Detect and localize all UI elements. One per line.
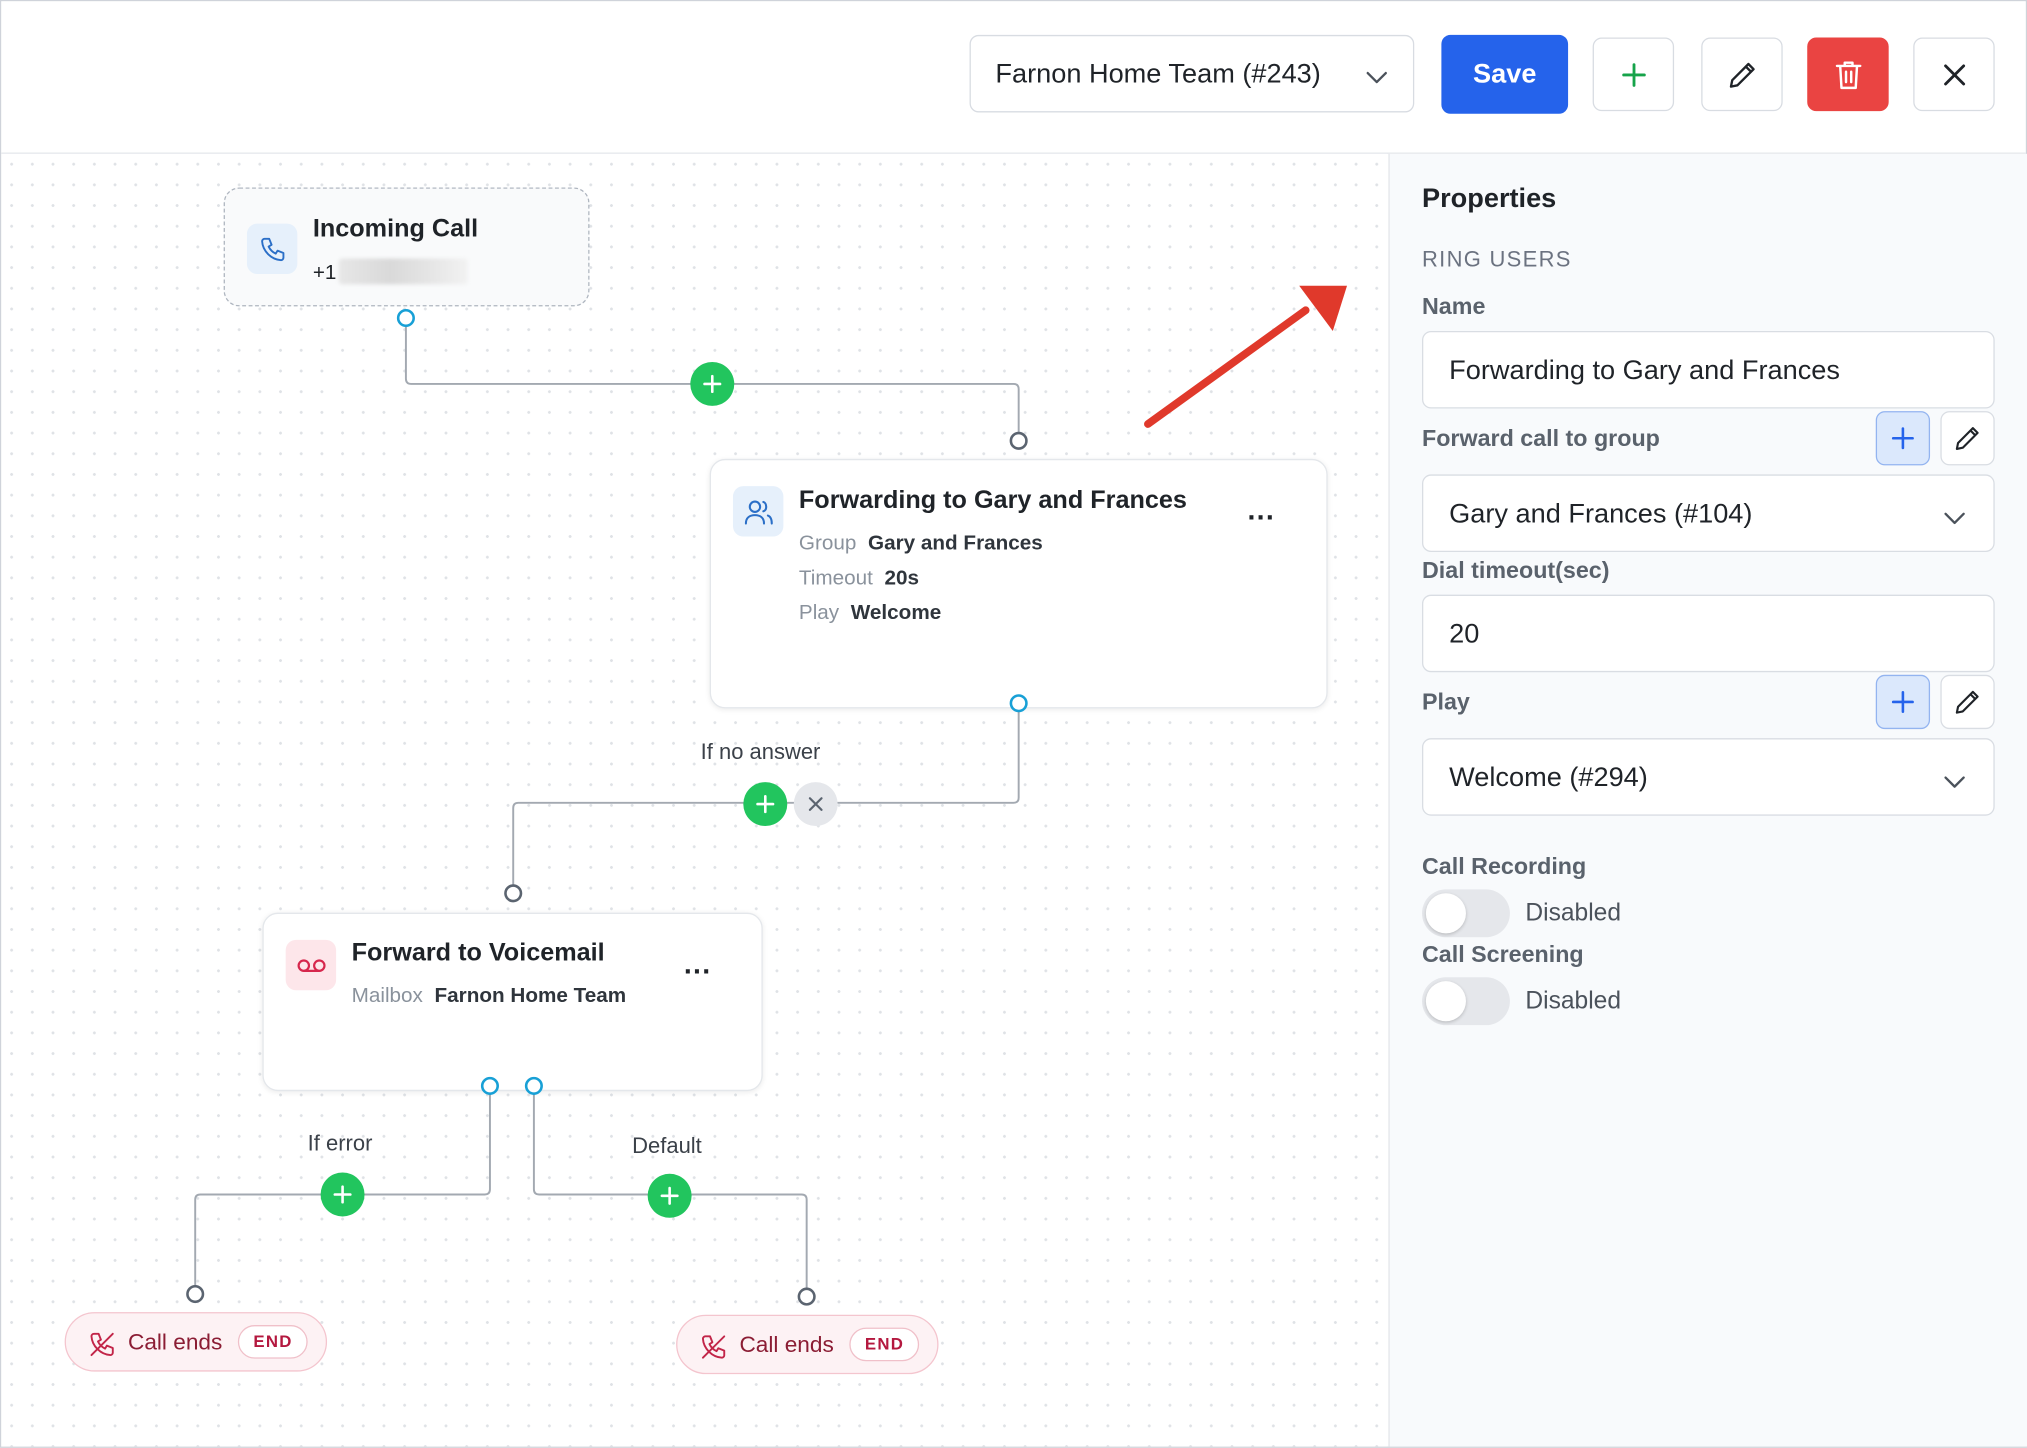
call-ends-node[interactable]: Call ends END: [64, 1312, 328, 1372]
add-step-button[interactable]: [743, 782, 788, 827]
recording-state: Disabled: [1525, 899, 1622, 927]
add-group-button[interactable]: [1875, 411, 1931, 466]
group-select[interactable]: Gary and Frances (#104): [1422, 474, 1995, 552]
plus-icon: [1891, 427, 1914, 450]
call-ends-label: Call ends: [739, 1331, 834, 1358]
redacted-number: [339, 258, 469, 285]
team-select-value: Farnon Home Team (#243): [995, 59, 1321, 90]
pencil-icon: [1955, 427, 1979, 450]
node-menu-button[interactable]: ...: [684, 948, 712, 982]
call-end-icon: [701, 1335, 726, 1359]
forward-input-handle[interactable]: [1009, 431, 1028, 450]
group-select-value: Gary and Frances (#104): [1449, 498, 1753, 529]
add-node-button[interactable]: [1592, 37, 1675, 112]
call-ends-label: Call ends: [127, 1328, 223, 1355]
voicemail-node[interactable]: Forward to Voicemail ... Mailbox Farnon H…: [262, 912, 763, 1092]
play-select-value: Welcome (#294): [1449, 762, 1648, 793]
name-label: Name: [1422, 293, 1486, 320]
chevron-down-icon: [1944, 508, 1965, 531]
edit-button[interactable]: [1701, 37, 1783, 112]
edge-label-if-error: If error: [307, 1131, 373, 1156]
delete-button[interactable]: [1807, 37, 1889, 112]
remove-branch-button[interactable]: [793, 782, 838, 827]
call-end-icon: [90, 1332, 114, 1357]
end-badge: END: [849, 1327, 920, 1362]
connection-lines: [194, 318, 1020, 1297]
voicemail-title: Forward to Voicemail: [351, 938, 605, 967]
timeout-value: 20: [1449, 619, 1480, 649]
add-step-button[interactable]: [320, 1172, 365, 1217]
edge-label-default: Default: [632, 1133, 702, 1159]
incoming-call-title: Incoming Call: [312, 214, 479, 244]
incoming-output-handle[interactable]: [396, 308, 415, 328]
top-toolbar: Farnon Home Team (#243) Save: [1, 1, 2026, 154]
phone-icon: [246, 223, 298, 275]
add-step-button[interactable]: [647, 1173, 692, 1218]
plus-icon: [1891, 690, 1914, 713]
plus-icon: [1621, 62, 1646, 87]
add-step-button[interactable]: [690, 361, 735, 406]
ring-users-node[interactable]: Forwarding to Gary and Frances ... Group…: [709, 458, 1328, 709]
name-field[interactable]: Forwarding to Gary and Frances: [1422, 330, 1995, 409]
call-ends-node[interactable]: Call ends END: [676, 1314, 939, 1375]
chevron-down-icon: [1944, 772, 1965, 795]
panel-title: Properties: [1422, 183, 1557, 214]
plus-icon: [756, 795, 775, 814]
group-label: Forward call to group: [1422, 425, 1660, 452]
screening-label: Call Screening: [1422, 941, 1584, 967]
name-value: Forwarding to Gary and Frances: [1449, 355, 1840, 386]
plus-icon: [333, 1185, 352, 1204]
close-button[interactable]: [1913, 37, 1995, 112]
flow-canvas[interactable]: Incoming Call +1 Forwarding to Gary and …: [1, 153, 1388, 1447]
play-select[interactable]: Welcome (#294): [1422, 738, 1995, 816]
timeout-row: Timeout 20s: [798, 567, 920, 590]
edit-group-button[interactable]: [1940, 411, 1995, 466]
end-input-handle[interactable]: [186, 1284, 205, 1304]
toggle-knob: [1425, 981, 1466, 1022]
plus-icon: [660, 1186, 679, 1205]
edge-label-no-answer: If no answer: [700, 739, 821, 765]
edit-audio-button[interactable]: [1940, 674, 1995, 730]
close-icon: [808, 797, 823, 811]
end-badge: END: [237, 1325, 309, 1359]
users-icon: [732, 486, 784, 537]
voicemail-icon: [285, 939, 337, 991]
team-select[interactable]: Farnon Home Team (#243): [969, 34, 1415, 113]
ring-users-title: Forwarding to Gary and Frances: [798, 486, 1187, 515]
plus-icon: [703, 374, 722, 393]
incoming-call-number: +1: [313, 258, 469, 286]
pencil-icon: [1955, 690, 1979, 714]
end-input-handle[interactable]: [797, 1287, 816, 1306]
timeout-label: Dial timeout(sec): [1422, 557, 1610, 584]
incoming-call-node[interactable]: Incoming Call +1: [223, 187, 590, 307]
chevron-down-icon: [1366, 67, 1387, 90]
voicemail-default-handle[interactable]: [524, 1076, 543, 1095]
play-label: Play: [1422, 689, 1470, 715]
pencil-icon: [1729, 62, 1755, 88]
node-menu-button[interactable]: ...: [1247, 494, 1275, 528]
close-icon: [1943, 63, 1965, 85]
recording-label: Call Recording: [1422, 853, 1587, 880]
forward-output-handle[interactable]: [1009, 694, 1028, 713]
voicemail-input-handle[interactable]: [504, 884, 523, 903]
toggle-knob: [1425, 893, 1466, 934]
recording-toggle[interactable]: [1422, 889, 1510, 938]
section-heading: RING USERS: [1422, 246, 1572, 272]
timeout-field[interactable]: 20: [1422, 594, 1995, 673]
screening-state: Disabled: [1525, 987, 1622, 1015]
group-row: Group Gary and Frances: [798, 532, 1043, 555]
properties-panel: Properties RING USERS Name Forwarding to…: [1388, 153, 2027, 1447]
mailbox-row: Mailbox Farnon Home Team: [351, 985, 627, 1008]
save-button[interactable]: Save: [1441, 34, 1569, 114]
play-row: Play Welcome: [798, 602, 942, 625]
screening-toggle[interactable]: [1422, 977, 1510, 1026]
trash-icon: [1835, 60, 1861, 89]
add-audio-button[interactable]: [1875, 674, 1931, 730]
voicemail-error-handle[interactable]: [480, 1076, 499, 1095]
